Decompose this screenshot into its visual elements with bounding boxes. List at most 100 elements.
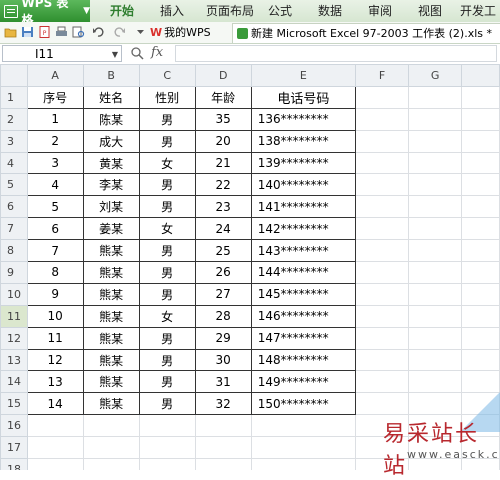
empty-cell[interactable] xyxy=(250,414,357,438)
empty-cell[interactable] xyxy=(408,348,463,372)
row-header[interactable]: 15 xyxy=(0,392,28,416)
empty-cell[interactable] xyxy=(194,414,252,438)
preview-icon[interactable] xyxy=(72,26,85,38)
tab-insert[interactable]: 插入 xyxy=(160,0,184,22)
dropdown-icon[interactable] xyxy=(134,26,147,38)
data-cell[interactable]: 147******** xyxy=(250,326,357,350)
empty-cell[interactable] xyxy=(461,326,500,350)
data-cell[interactable]: 陈某 xyxy=(82,107,140,131)
tab-formulas[interactable]: 公式 xyxy=(268,0,292,22)
save-icon[interactable] xyxy=(21,26,34,38)
header-cell[interactable]: 姓名 xyxy=(82,85,140,109)
data-cell[interactable]: 142******** xyxy=(250,217,357,241)
data-cell[interactable]: 35 xyxy=(194,107,252,131)
data-cell[interactable]: 149******** xyxy=(250,370,357,394)
data-cell[interactable]: 3 xyxy=(26,151,84,175)
data-cell[interactable]: 男 xyxy=(138,282,196,306)
empty-cell[interactable] xyxy=(408,107,463,131)
open-icon[interactable] xyxy=(4,26,17,38)
empty-cell[interactable] xyxy=(408,195,463,219)
data-cell[interactable]: 136******** xyxy=(250,107,357,131)
empty-cell[interactable] xyxy=(461,304,500,328)
data-cell[interactable]: 13 xyxy=(26,370,84,394)
empty-cell[interactable] xyxy=(408,326,463,350)
tab-data[interactable]: 数据 xyxy=(318,0,342,22)
data-cell[interactable]: 1 xyxy=(26,107,84,131)
empty-cell[interactable] xyxy=(461,173,500,197)
empty-cell[interactable] xyxy=(461,85,500,109)
empty-cell[interactable] xyxy=(354,282,410,306)
data-cell[interactable]: 姜某 xyxy=(82,217,140,241)
data-cell[interactable]: 女 xyxy=(138,304,196,328)
data-cell[interactable]: 熊某 xyxy=(82,261,140,284)
data-cell[interactable]: 22 xyxy=(194,173,252,197)
empty-cell[interactable] xyxy=(461,195,500,219)
column-header-e[interactable]: E xyxy=(250,64,357,87)
data-cell[interactable]: 143******** xyxy=(250,239,357,263)
header-cell[interactable]: 电话号码 xyxy=(250,85,357,109)
empty-cell[interactable] xyxy=(250,436,357,460)
pdf-icon[interactable]: P xyxy=(38,26,51,38)
data-cell[interactable]: 男 xyxy=(138,348,196,372)
empty-cell[interactable] xyxy=(354,261,410,284)
row-header[interactable]: 1 xyxy=(0,85,28,109)
data-cell[interactable]: 男 xyxy=(138,326,196,350)
row-header[interactable]: 12 xyxy=(0,326,28,350)
data-cell[interactable]: 熊某 xyxy=(82,304,140,328)
data-cell[interactable]: 12 xyxy=(26,348,84,372)
function-icon[interactable]: fx xyxy=(151,45,163,60)
row-header[interactable]: 8 xyxy=(0,239,28,263)
data-cell[interactable]: 5 xyxy=(26,195,84,219)
data-cell[interactable]: 熊某 xyxy=(82,239,140,263)
row-header[interactable]: 11 xyxy=(0,304,28,328)
row-header[interactable]: 10 xyxy=(0,282,28,306)
data-cell[interactable]: 熊某 xyxy=(82,348,140,372)
empty-cell[interactable] xyxy=(138,458,196,470)
data-cell[interactable]: 29 xyxy=(194,326,252,350)
data-cell[interactable]: 141******** xyxy=(250,195,357,219)
empty-cell[interactable] xyxy=(408,261,463,284)
empty-cell[interactable] xyxy=(461,151,500,175)
empty-cell[interactable] xyxy=(461,261,500,284)
formula-input[interactable] xyxy=(175,45,497,62)
data-cell[interactable]: 女 xyxy=(138,217,196,241)
empty-cell[interactable] xyxy=(138,436,196,460)
empty-cell[interactable] xyxy=(354,217,410,241)
undo-icon[interactable] xyxy=(92,26,105,38)
data-cell[interactable]: 男 xyxy=(138,239,196,263)
empty-cell[interactable] xyxy=(408,239,463,263)
row-header[interactable]: 4 xyxy=(0,151,28,175)
data-cell[interactable]: 李某 xyxy=(82,173,140,197)
data-cell[interactable]: 140******** xyxy=(250,173,357,197)
data-cell[interactable]: 4 xyxy=(26,173,84,197)
data-cell[interactable]: 26 xyxy=(194,261,252,284)
tab-home[interactable]: 开始 xyxy=(110,0,134,22)
empty-cell[interactable] xyxy=(354,107,410,131)
header-cell[interactable]: 年龄 xyxy=(194,85,252,109)
column-header-c[interactable]: C xyxy=(138,64,196,87)
empty-cell[interactable] xyxy=(461,107,500,131)
empty-cell[interactable] xyxy=(408,151,463,175)
empty-cell[interactable] xyxy=(354,370,410,394)
empty-cell[interactable] xyxy=(354,326,410,350)
empty-cell[interactable] xyxy=(354,195,410,219)
data-cell[interactable]: 32 xyxy=(194,392,252,416)
data-cell[interactable]: 熊某 xyxy=(82,370,140,394)
empty-cell[interactable] xyxy=(26,436,84,460)
column-header-d[interactable]: D xyxy=(194,64,252,87)
column-header-a[interactable]: A xyxy=(26,64,84,87)
tab-my-wps[interactable]: W我的WPS ✕ xyxy=(150,23,257,42)
empty-cell[interactable] xyxy=(408,282,463,306)
print-icon[interactable] xyxy=(55,26,68,38)
data-cell[interactable]: 144******** xyxy=(250,261,357,284)
empty-cell[interactable] xyxy=(408,304,463,328)
zoom-icon[interactable] xyxy=(130,46,144,60)
data-cell[interactable]: 27 xyxy=(194,282,252,306)
header-cell[interactable]: 性别 xyxy=(138,85,196,109)
app-menu-button[interactable]: WPS 表格 ▼ xyxy=(0,0,90,27)
chevron-down-icon[interactable]: ▼ xyxy=(112,46,118,63)
row-header[interactable]: 13 xyxy=(0,348,28,372)
empty-cell[interactable] xyxy=(194,458,252,470)
empty-cell[interactable] xyxy=(408,217,463,241)
empty-cell[interactable] xyxy=(354,129,410,153)
